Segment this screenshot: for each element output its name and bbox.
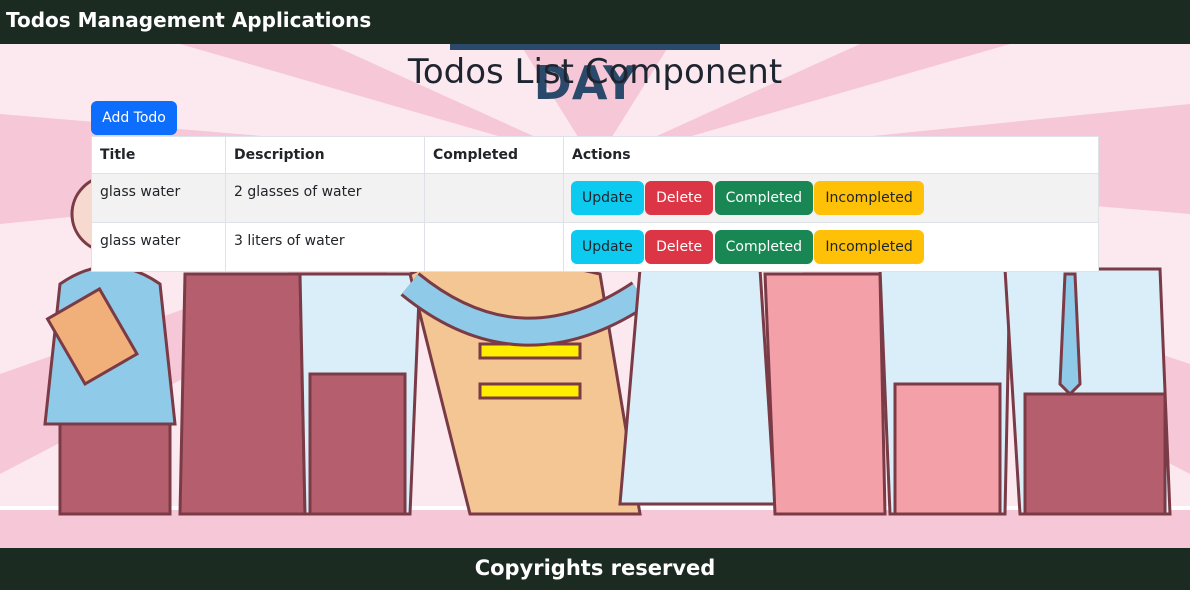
background-illustration: DAY [0, 44, 1190, 548]
column-header-title: Title [91, 136, 226, 174]
mark-incompleted-button[interactable]: Incompleted [814, 181, 924, 215]
todo-description-cell: 2 glasses of water [225, 173, 425, 223]
todo-title-cell: glass water [91, 222, 226, 272]
update-button[interactable]: Update [571, 230, 644, 264]
update-button[interactable]: Update [571, 181, 644, 215]
todo-completed-cell [424, 222, 564, 272]
mark-completed-button[interactable]: Completed [714, 230, 813, 264]
todo-completed-cell [424, 173, 564, 223]
table-header-row: Title Description Completed Actions [91, 136, 1099, 174]
delete-button[interactable]: Delete [645, 181, 714, 215]
table-row: glass water 3 liters of water Update Del… [91, 222, 1099, 272]
footer-text: Copyrights reserved [0, 548, 1190, 590]
mark-completed-button[interactable]: Completed [714, 181, 813, 215]
column-header-description: Description [225, 136, 425, 174]
todo-title-cell: glass water [91, 173, 226, 223]
todo-actions-cell: Update Delete Completed Incompleted [563, 222, 1099, 272]
page-heading: Todos List Component [407, 52, 783, 92]
delete-button[interactable]: Delete [645, 230, 714, 264]
app-navbar-title: Todos Management Applications [0, 0, 1190, 44]
todo-actions-cell: Update Delete Completed Incompleted [563, 173, 1099, 223]
todos-table: Title Description Completed Actions glas… [91, 136, 1099, 272]
todo-description-cell: 3 liters of water [225, 222, 425, 272]
mark-incompleted-button[interactable]: Incompleted [814, 230, 924, 264]
column-header-completed: Completed [424, 136, 564, 174]
table-row: glass water 2 glasses of water Update De… [91, 173, 1099, 223]
column-header-actions: Actions [563, 136, 1099, 174]
add-todo-button[interactable]: Add Todo [91, 101, 177, 135]
